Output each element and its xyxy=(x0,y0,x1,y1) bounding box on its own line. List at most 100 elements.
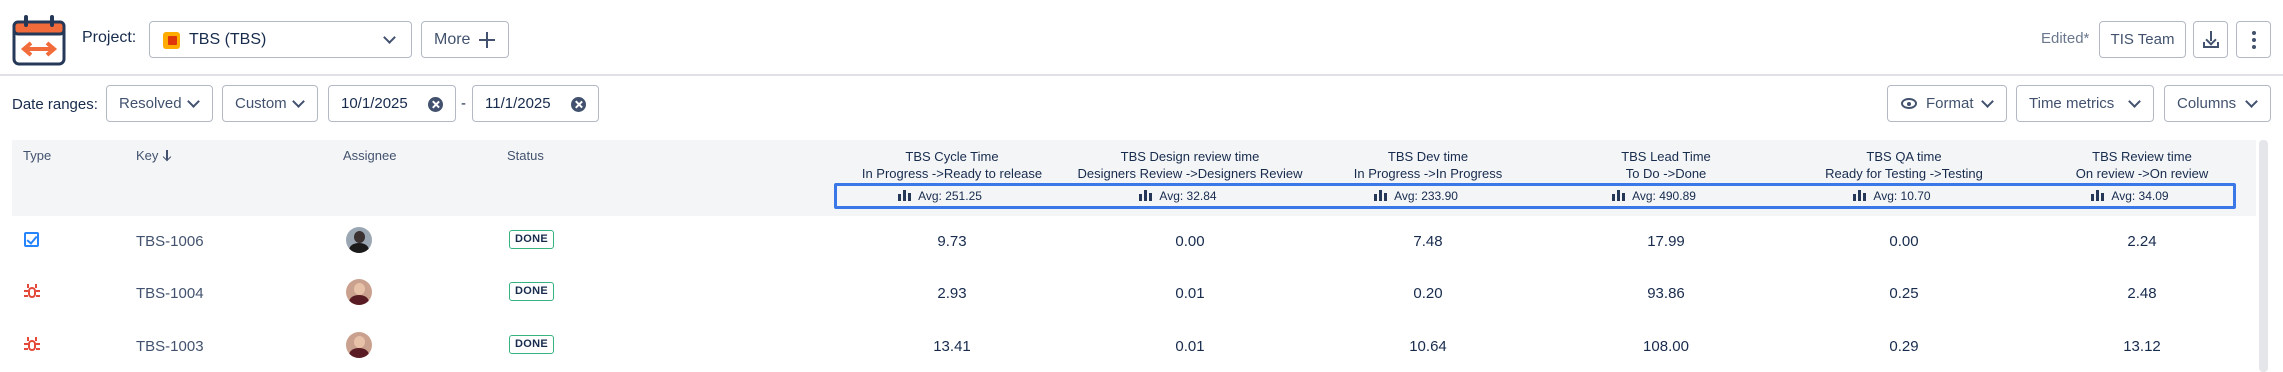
clear-icon[interactable] xyxy=(571,97,586,112)
time-metrics-dropdown[interactable]: Time metrics xyxy=(2016,85,2154,122)
avatar[interactable] xyxy=(346,227,372,253)
metric-title: TBS Design review time xyxy=(1120,149,1260,164)
cycle-time-value: 9.73 xyxy=(937,233,967,250)
table-row[interactable]: TBS-1003 DONE 13.41 0.01 10.64 108.00 0.… xyxy=(12,321,2256,372)
table-row[interactable]: TBS-1006 DONE 9.73 0.00 7.48 17.99 0.00 … xyxy=(12,216,2256,268)
bar-chart-icon xyxy=(1374,190,1388,201)
download-icon xyxy=(2203,31,2219,48)
design-review-time-value: 0.01 xyxy=(1175,338,1205,355)
date-ranges-label: Date ranges: xyxy=(12,96,98,113)
metric-transition: In Progress ->Ready to release xyxy=(861,166,1043,181)
bar-chart-icon xyxy=(898,190,912,201)
avatar[interactable] xyxy=(346,332,372,358)
columns-dropdown[interactable]: Columns xyxy=(2164,85,2271,122)
cycle-time-value: 13.41 xyxy=(933,338,971,355)
vertical-ellipsis-icon xyxy=(2252,31,2256,49)
type-cell xyxy=(24,337,40,353)
team-button[interactable]: TIS Team xyxy=(2099,21,2186,58)
metric-title: TBS Lead Time xyxy=(1621,149,1711,164)
resolved-dropdown[interactable]: Resolved xyxy=(106,85,213,122)
column-header-assignee[interactable]: Assignee xyxy=(343,148,396,163)
bar-chart-icon xyxy=(1612,190,1626,201)
average-dev-time: Avg: 233.90 xyxy=(1298,189,1534,203)
status-badge: DONE xyxy=(509,282,554,301)
column-header-qa-time[interactable]: TBS QA time Ready for Testing ->Testing xyxy=(1786,148,2022,182)
edited-indicator: Edited* xyxy=(2041,30,2090,47)
more-button-label: More xyxy=(434,31,471,48)
qa-time-value: 0.29 xyxy=(1889,338,1919,355)
metric-transition: Ready for Testing ->Testing xyxy=(1825,166,1983,181)
average-cycle-time: Avg: 251.25 xyxy=(822,189,1058,203)
column-header-cycle-time[interactable]: TBS Cycle Time In Progress ->Ready to re… xyxy=(834,148,1070,182)
issue-key-link[interactable]: TBS-1006 xyxy=(136,233,204,250)
clear-icon[interactable] xyxy=(428,97,443,112)
more-button[interactable]: More xyxy=(421,21,509,58)
project-select[interactable]: TBS (TBS) xyxy=(149,21,412,58)
metric-title: TBS Review time xyxy=(2092,149,2192,164)
average-value: Avg: 32.84 xyxy=(1159,189,1217,203)
review-time-value: 13.12 xyxy=(2123,338,2161,355)
column-header-review-time[interactable]: TBS Review time On review ->On review xyxy=(2024,148,2260,182)
column-header-design-review-time[interactable]: TBS Design review time Designers Review … xyxy=(1072,148,1308,182)
resolved-dropdown-label: Resolved xyxy=(119,95,182,112)
columns-dropdown-label: Columns xyxy=(2177,95,2237,112)
column-header-status[interactable]: Status xyxy=(507,148,544,163)
metric-transition: On review ->On review xyxy=(2075,166,2209,181)
issue-key-link[interactable]: TBS-1003 xyxy=(136,338,204,355)
bug-icon xyxy=(24,284,40,300)
metric-transition: Designers Review ->Designers Review xyxy=(1077,166,1303,181)
plus-icon xyxy=(479,32,495,48)
chevron-down-icon xyxy=(2128,95,2141,108)
chevron-down-icon xyxy=(383,31,396,44)
average-value: Avg: 34.09 xyxy=(2111,189,2169,203)
lead-time-value: 17.99 xyxy=(1647,233,1685,250)
average-value: Avg: 10.70 xyxy=(1873,189,1931,203)
download-button[interactable] xyxy=(2193,21,2228,58)
column-header-key[interactable]: Key xyxy=(136,148,171,163)
format-dropdown[interactable]: Format xyxy=(1887,85,2007,122)
qa-time-value: 0.25 xyxy=(1889,285,1919,302)
end-date-value: 11/1/2025 xyxy=(485,95,551,112)
calendar-arrows-logo-icon xyxy=(12,15,66,66)
more-options-button[interactable] xyxy=(2236,21,2271,58)
format-dropdown-label: Format xyxy=(1926,95,1974,112)
project-label: Project: xyxy=(82,29,137,46)
average-review-time: Avg: 34.09 xyxy=(2012,189,2248,203)
chevron-down-icon xyxy=(2245,95,2258,108)
issue-key-link[interactable]: TBS-1004 xyxy=(136,285,204,302)
sort-descending-icon xyxy=(163,150,171,161)
bar-chart-icon xyxy=(1139,190,1153,201)
average-qa-time: Avg: 10.70 xyxy=(1774,189,2010,203)
eye-icon xyxy=(1901,98,1917,109)
type-cell xyxy=(24,232,40,248)
story-icon xyxy=(24,232,39,247)
start-date-field[interactable]: 10/1/2025 xyxy=(328,85,456,122)
bar-chart-icon xyxy=(2091,190,2105,201)
avatar[interactable] xyxy=(346,279,372,305)
average-design-review-time: Avg: 32.84 xyxy=(1060,189,1296,203)
metric-title: TBS QA time xyxy=(1866,149,1942,164)
column-header-type[interactable]: Type xyxy=(23,148,51,163)
chevron-down-icon xyxy=(292,95,305,108)
average-value: Avg: 251.25 xyxy=(918,189,982,203)
custom-range-dropdown[interactable]: Custom xyxy=(222,85,318,122)
time-metrics-dropdown-label: Time metrics xyxy=(2029,95,2115,112)
table-row[interactable]: TBS-1004 DONE 2.93 0.01 0.20 93.86 0.25 … xyxy=(12,268,2256,320)
review-time-value: 2.24 xyxy=(2127,233,2157,250)
metric-title: TBS Cycle Time xyxy=(905,149,999,164)
vertical-scrollbar[interactable] xyxy=(2259,140,2268,372)
column-header-lead-time[interactable]: TBS Lead Time To Do ->Done xyxy=(1548,148,1784,182)
date-range-separator: - xyxy=(461,95,466,112)
average-value: Avg: 490.89 xyxy=(1632,189,1696,203)
status-badge: DONE xyxy=(509,230,554,249)
column-header-key-label: Key xyxy=(136,148,159,163)
end-date-field[interactable]: 11/1/2025 xyxy=(472,85,599,122)
review-time-value: 2.48 xyxy=(2127,285,2157,302)
bug-icon xyxy=(24,337,40,353)
chevron-down-icon xyxy=(1981,95,1994,108)
column-header-dev-time[interactable]: TBS Dev time In Progress ->In Progress xyxy=(1310,148,1546,182)
project-select-value: TBS (TBS) xyxy=(189,31,267,48)
project-flag-icon xyxy=(163,32,180,49)
type-cell xyxy=(24,284,40,300)
chevron-down-icon xyxy=(187,95,200,108)
